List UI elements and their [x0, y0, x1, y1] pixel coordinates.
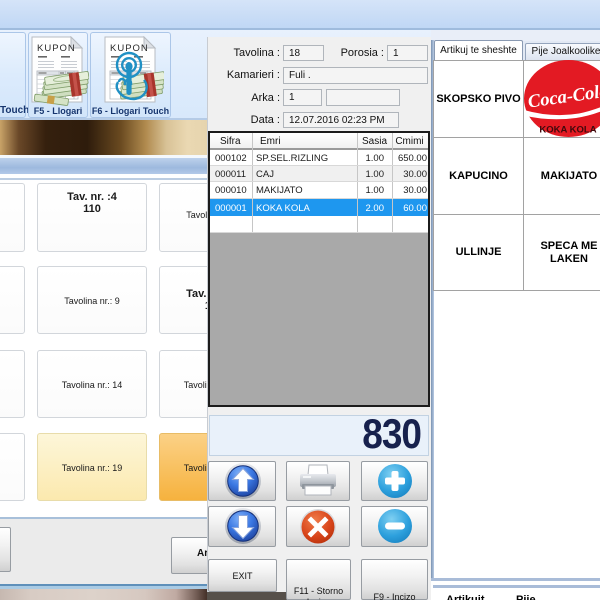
svg-text:KUPON: KUPON	[37, 43, 76, 54]
svg-text:KOKA KOLA: KOKA KOLA	[539, 125, 596, 136]
